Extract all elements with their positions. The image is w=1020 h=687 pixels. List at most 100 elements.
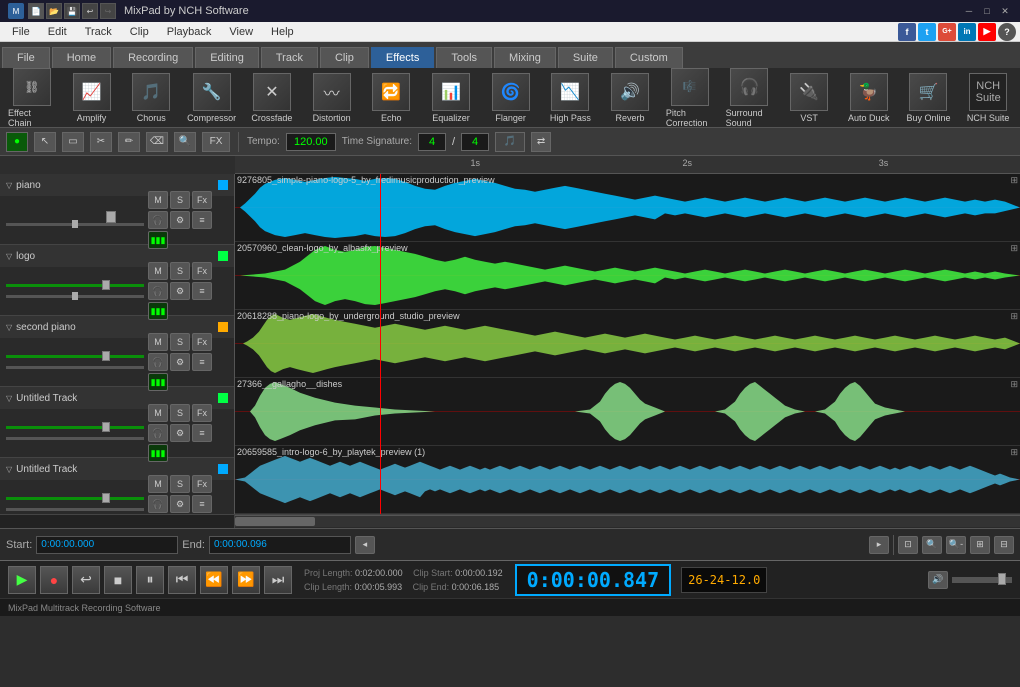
track-pan-fader-untitled1[interactable]: [6, 437, 144, 440]
tab-file[interactable]: File: [2, 47, 50, 68]
menu-file[interactable]: File: [4, 24, 38, 40]
open-icon[interactable]: 📂: [46, 3, 62, 19]
waveform-row-dishes[interactable]: 27366__gallagho__dishes ⊞: [235, 378, 1020, 446]
mute-btn-piano[interactable]: M: [148, 191, 168, 209]
tab-mixing[interactable]: Mixing: [494, 47, 556, 68]
forward-end-button[interactable]: ⏭: [264, 566, 292, 594]
maximize-button[interactable]: □: [980, 4, 994, 18]
fx-btn-second-piano[interactable]: Fx: [192, 333, 212, 351]
settings-btn-piano[interactable]: ⚙: [170, 211, 190, 229]
waveform-row-second-piano[interactable]: 20618288_piano-logo_by_underground_studi…: [235, 310, 1020, 378]
fx-btn-piano[interactable]: Fx: [192, 191, 212, 209]
cursor-tool[interactable]: ↖: [34, 132, 56, 152]
eq-btn-piano[interactable]: ≡: [192, 211, 212, 229]
fx-btn-logo[interactable]: Fx: [192, 262, 212, 280]
track-expand-piano[interactable]: ▽: [6, 181, 12, 190]
headphone-btn-untitled2[interactable]: 🎧: [148, 495, 168, 513]
speaker-icon[interactable]: 🔊: [928, 571, 948, 589]
vst-button[interactable]: 🔌 VST: [781, 71, 837, 125]
level-btn-piano[interactable]: ▮▮▮: [148, 231, 168, 249]
select-tool[interactable]: ▭: [62, 132, 84, 152]
mute-btn-logo[interactable]: M: [148, 262, 168, 280]
record-button[interactable]: ●: [40, 566, 68, 594]
menu-playback[interactable]: Playback: [159, 24, 220, 40]
track-vol-fader-untitled2[interactable]: [6, 497, 144, 500]
flanger-button[interactable]: 🌀 Flanger: [483, 71, 539, 125]
tab-recording[interactable]: Recording: [113, 47, 193, 68]
waveform-row-logo[interactable]: 20570960_clean-logo_by_albasfx_preview ⊞: [235, 242, 1020, 310]
undo-icon[interactable]: ↩: [82, 3, 98, 19]
nch-suite-button[interactable]: NCH Suite NCH Suite: [960, 71, 1016, 125]
surround-sound-button[interactable]: 🎧 Surround Sound: [722, 68, 778, 128]
tab-tools[interactable]: Tools: [436, 47, 492, 68]
distortion-button[interactable]: 〰 Distortion: [304, 71, 360, 125]
twitter-icon[interactable]: t: [918, 23, 936, 41]
google-plus-icon[interactable]: G+: [938, 23, 956, 41]
headphone-btn-untitled1[interactable]: 🎧: [148, 424, 168, 442]
auto-duck-button[interactable]: 🦆 Auto Duck: [841, 71, 897, 125]
erase-tool[interactable]: ⌫: [146, 132, 168, 152]
play-button[interactable]: ▶: [8, 566, 36, 594]
track-pan-fader-piano[interactable]: [6, 223, 144, 226]
mute-btn-untitled1[interactable]: M: [148, 404, 168, 422]
new-icon[interactable]: 📄: [28, 3, 44, 19]
eq-btn-untitled2[interactable]: ≡: [192, 495, 212, 513]
fx-btn-untitled2[interactable]: Fx: [192, 475, 212, 493]
fx-btn-untitled1[interactable]: Fx: [192, 404, 212, 422]
track-expand-untitled1[interactable]: ▽: [6, 394, 12, 403]
track-expand-second-piano[interactable]: ▽: [6, 323, 12, 332]
menu-track[interactable]: Track: [77, 24, 120, 40]
start-time-field[interactable]: [36, 536, 178, 554]
level-btn-untitled1[interactable]: ▮▮▮: [148, 444, 168, 462]
metronome-btn[interactable]: 🎵: [495, 132, 525, 152]
zoom-fit-btn[interactable]: ⊡: [898, 536, 918, 554]
linkedin-icon[interactable]: in: [958, 23, 976, 41]
menu-help[interactable]: Help: [263, 24, 302, 40]
rewind-button[interactable]: ⏪: [200, 566, 228, 594]
redo-icon[interactable]: ↪: [100, 3, 116, 19]
fx-btn-sm[interactable]: FX: [202, 132, 230, 152]
volume-handle[interactable]: [998, 573, 1006, 585]
close-button[interactable]: ✕: [998, 4, 1012, 18]
headphone-btn-logo[interactable]: 🎧: [148, 282, 168, 300]
solo-btn-untitled1[interactable]: S: [170, 404, 190, 422]
track-pan-fader-second-piano[interactable]: [6, 366, 144, 369]
rewind-start-button[interactable]: ⏮: [168, 566, 196, 594]
solo-btn-logo[interactable]: S: [170, 262, 190, 280]
help-icon[interactable]: ?: [998, 23, 1016, 41]
menu-edit[interactable]: Edit: [40, 24, 75, 40]
settings-btn-second-piano[interactable]: ⚙: [170, 353, 190, 371]
time-sig-num[interactable]: [418, 133, 446, 151]
solo-btn-untitled2[interactable]: S: [170, 475, 190, 493]
tab-custom[interactable]: Custom: [615, 47, 683, 68]
save-icon[interactable]: 💾: [64, 3, 80, 19]
buy-online-button[interactable]: 🛒 Buy Online: [901, 71, 957, 125]
tab-editing[interactable]: Editing: [195, 47, 259, 68]
zoom-sel-btn[interactable]: ⊞: [970, 536, 990, 554]
track-pan-fader-untitled2[interactable]: [6, 508, 144, 511]
track-expand-logo[interactable]: ▽: [6, 252, 12, 261]
equalizer-button[interactable]: 📊 Equalizer: [423, 71, 479, 125]
tab-suite[interactable]: Suite: [558, 47, 613, 68]
eq-btn-untitled1[interactable]: ≡: [192, 424, 212, 442]
effect-chain-button[interactable]: ⛓ Effect Chain: [4, 68, 60, 128]
tab-track[interactable]: Track: [261, 47, 318, 68]
solo-btn-second-piano[interactable]: S: [170, 333, 190, 351]
end-time-field[interactable]: [209, 536, 351, 554]
waveform-row-intro[interactable]: 20659585_intro-logo-6_by_playtek_preview…: [235, 446, 1020, 514]
settings-btn-untitled2[interactable]: ⚙: [170, 495, 190, 513]
zoom-in-sm[interactable]: 🔍: [174, 132, 196, 152]
track-pan-fader-logo[interactable]: [6, 295, 144, 298]
tempo-input[interactable]: [286, 133, 336, 151]
arrow-left-btn[interactable]: ◂: [355, 536, 375, 554]
chorus-button[interactable]: 🎵 Chorus: [123, 71, 179, 125]
pause-button[interactable]: ⏸: [136, 566, 164, 594]
mute-btn-untitled2[interactable]: M: [148, 475, 168, 493]
settings-btn-logo[interactable]: ⚙: [170, 282, 190, 300]
compressor-button[interactable]: 🔧 Compressor: [183, 71, 240, 125]
minimize-button[interactable]: ─: [962, 4, 976, 18]
master-volume-slider[interactable]: [952, 577, 1012, 583]
menu-view[interactable]: View: [221, 24, 261, 40]
solo-btn-piano[interactable]: S: [170, 191, 190, 209]
level-btn-logo[interactable]: ▮▮▮: [148, 302, 168, 320]
